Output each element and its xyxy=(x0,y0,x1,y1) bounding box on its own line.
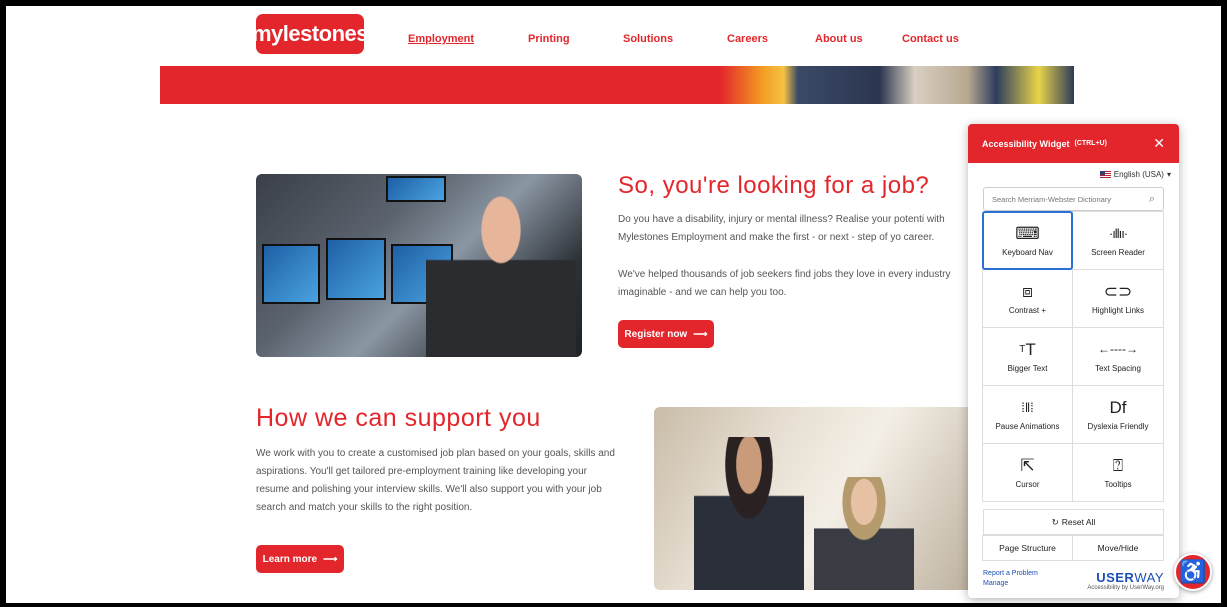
nav-about-us[interactable]: About us xyxy=(815,33,863,45)
keyboard-icon: ⌨ xyxy=(1015,223,1040,243)
register-now-label: Register now xyxy=(624,328,688,340)
move-hide-button[interactable]: Move/Hide xyxy=(1072,535,1164,561)
tile-label: Screen Reader xyxy=(1091,248,1145,257)
accessibility-widget: Accessibility Widget (CTRL+U) ✕ English … xyxy=(968,124,1179,598)
dyslexia-friendly-tile[interactable]: Df Dyslexia Friendly xyxy=(1072,385,1164,444)
text-size-icon: TT xyxy=(1019,339,1036,359)
page-structure-button[interactable]: Page Structure xyxy=(982,535,1073,561)
us-flag-icon xyxy=(1099,171,1111,178)
support-photo xyxy=(654,407,984,590)
close-icon[interactable]: ✕ xyxy=(1153,135,1165,152)
brand-subtitle: Accessibility by UserWay.org xyxy=(1087,585,1164,591)
pause-icon: ⁞‖⁞ xyxy=(1021,399,1034,415)
cursor-tile[interactable]: ⇱ Cursor xyxy=(982,443,1073,502)
search-placeholder: Search Merriam-Webster Dictionary xyxy=(992,194,1112,204)
widget-shortcut: (CTRL+U) xyxy=(1074,140,1107,147)
widget-footer: Report a Problem Manage USERWAY Accessib… xyxy=(983,570,1164,591)
text-spacing-tile[interactable]: ←----→ Text Spacing xyxy=(1072,327,1164,386)
bigger-text-tile[interactable]: TT Bigger Text xyxy=(982,327,1073,386)
tile-label: Tooltips xyxy=(1104,480,1132,489)
widget-header: Accessibility Widget (CTRL+U) ✕ xyxy=(968,124,1179,163)
hero-banner xyxy=(160,66,1074,104)
tile-label: Bigger Text xyxy=(1007,364,1048,373)
learn-more-button[interactable]: Learn more ⟶ xyxy=(256,545,344,573)
search-icon[interactable]: ⌕ xyxy=(1149,193,1155,206)
cursor-icon: ⇱ xyxy=(1020,455,1035,475)
screen-reader-tile[interactable]: ·ıllıı· Screen Reader xyxy=(1072,211,1164,270)
widget-title: Accessibility Widget xyxy=(982,138,1070,149)
job-seeker-photo xyxy=(256,174,582,357)
nav-contact-us[interactable]: Contact us xyxy=(902,33,959,45)
tooltips-tile[interactable]: ⍰ Tooltips xyxy=(1072,443,1164,502)
contrast-icon: ⧈ xyxy=(1022,281,1033,301)
learn-more-label: Learn more xyxy=(262,553,318,565)
nav-careers[interactable]: Careers xyxy=(727,33,768,45)
intro-paragraph: Do you have a disability, injury or ment… xyxy=(618,214,945,243)
brand-light: WAY xyxy=(1134,570,1164,585)
hero-image xyxy=(720,66,1074,104)
keyboard-nav-tile[interactable]: ⌨ Keyboard Nav xyxy=(982,211,1073,270)
df-icon: Df xyxy=(1109,397,1127,417)
nav-employment[interactable]: Employment xyxy=(408,33,474,45)
reset-all-button[interactable]: ↻ Reset All xyxy=(983,509,1164,535)
page-title: So, you're looking for a job? xyxy=(618,172,930,199)
help-paragraph: We've helped thousands of job seekers fi… xyxy=(618,269,951,298)
tile-label: Dyslexia Friendly xyxy=(1087,422,1149,431)
mylestones-logo[interactable]: mylestones xyxy=(252,14,369,54)
spacing-arrows-icon: ←----→ xyxy=(1098,341,1138,356)
accessibility-icon[interactable]: ♿ xyxy=(1174,553,1212,591)
nav-solutions[interactable]: Solutions xyxy=(623,33,673,45)
refresh-icon: ↻ xyxy=(1051,516,1059,527)
pause-animations-tile[interactable]: ⁞‖⁞ Pause Animations xyxy=(982,385,1073,444)
highlight-links-tile[interactable]: ⊂⊃ Highlight Links xyxy=(1072,269,1164,328)
tile-label: Text Spacing xyxy=(1095,364,1141,373)
arrow-right-icon: ⟶ xyxy=(693,328,708,340)
link-icon: ⊂⊃ xyxy=(1103,281,1133,301)
language-selector[interactable]: English (USA) ▾ xyxy=(1099,170,1171,179)
tile-label: Keyboard Nav xyxy=(1002,248,1053,257)
tile-label: Cursor xyxy=(1015,480,1040,489)
tile-label: Pause Animations xyxy=(995,422,1060,431)
reset-all-label: Reset All xyxy=(1061,517,1096,527)
bottom-actions: Page Structure Move/Hide xyxy=(982,535,1164,561)
feature-grid: ⌨ Keyboard Nav ·ıllıı· Screen Reader ⧈ C… xyxy=(982,211,1164,502)
sound-wave-icon: ·ıllıı· xyxy=(1108,225,1128,241)
tooltip-icon: ⍰ xyxy=(1112,455,1124,475)
brand-bold: USER xyxy=(1096,570,1135,585)
support-heading: How we can support you xyxy=(256,404,541,432)
tile-label: Highlight Links xyxy=(1091,306,1145,315)
userway-logo[interactable]: USERWAY Accessibility by UserWay.org xyxy=(1087,570,1164,591)
nav-printing[interactable]: Printing xyxy=(528,33,570,45)
register-now-button[interactable]: Register now ⟶ xyxy=(618,320,714,348)
caret-down-icon: ▾ xyxy=(1166,170,1171,179)
arrow-right-icon: ⟶ xyxy=(323,553,338,565)
dictionary-search-input[interactable]: Search Merriam-Webster Dictionary ⌕ xyxy=(983,187,1164,211)
language-label: English (USA) xyxy=(1113,170,1164,179)
tile-label: Contrast + xyxy=(1008,306,1047,315)
contrast-tile[interactable]: ⧈ Contrast + xyxy=(982,269,1073,328)
support-paragraph: We work with you to create a customised … xyxy=(256,448,615,513)
page: mylestones Employment Printing Solutions… xyxy=(6,6,1221,603)
